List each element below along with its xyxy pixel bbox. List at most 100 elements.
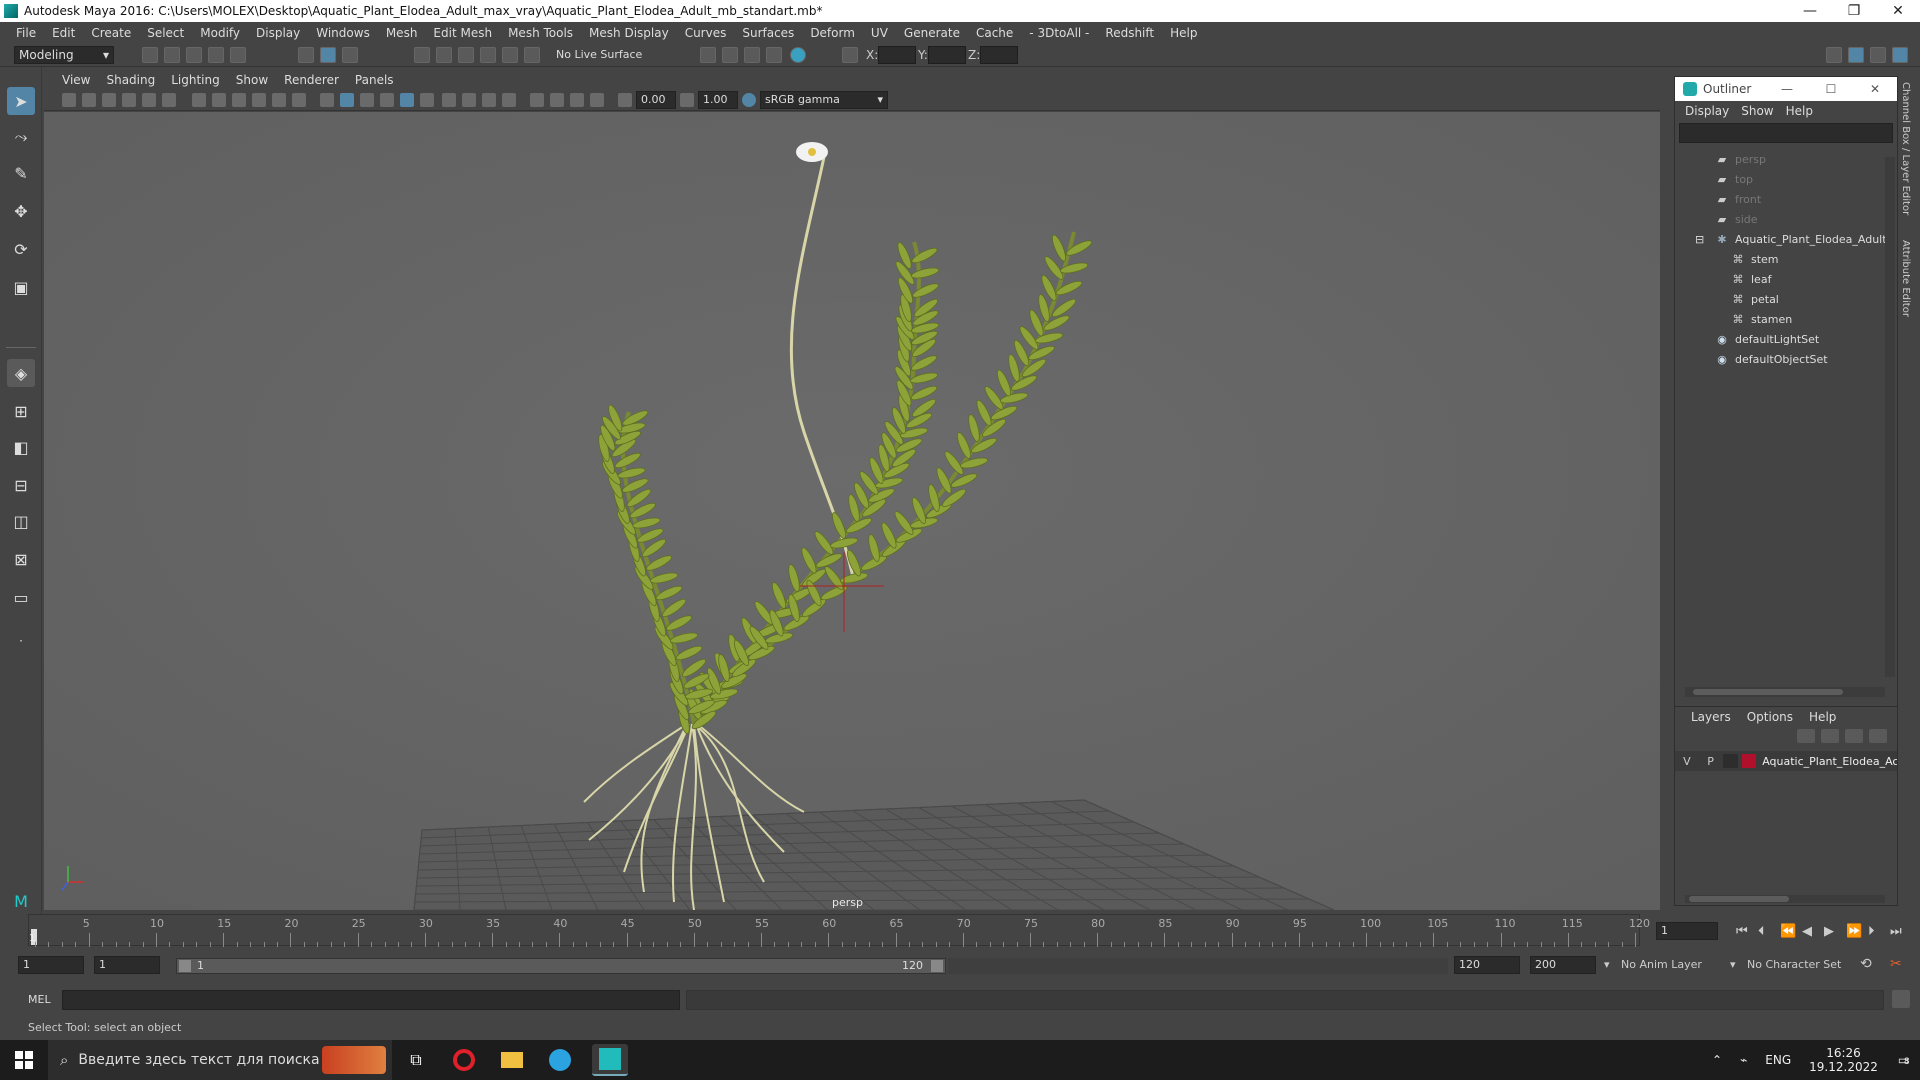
camera-attributes-icon[interactable] xyxy=(82,93,96,107)
new-empty-layer-icon[interactable] xyxy=(1845,729,1863,743)
animation-end-field[interactable]: 200 xyxy=(1530,956,1596,974)
menu-display[interactable]: Display xyxy=(248,26,308,40)
notifications-icon[interactable]: ▭ 8 xyxy=(1898,1053,1910,1067)
grid-toggle-icon[interactable] xyxy=(192,93,206,107)
panel-menu-show[interactable]: Show xyxy=(228,73,276,87)
wireframe-icon[interactable] xyxy=(320,93,334,107)
new-scene-icon[interactable] xyxy=(142,47,158,63)
render-settings-icon[interactable] xyxy=(700,47,716,63)
layer-menu-layers[interactable]: Layers xyxy=(1683,710,1739,724)
outliner-minimize-button[interactable]: — xyxy=(1765,82,1809,96)
select-object-icon[interactable] xyxy=(320,47,336,63)
use-all-lights-icon[interactable] xyxy=(400,93,414,107)
grease-pencil-icon[interactable] xyxy=(162,93,176,107)
menu-windows[interactable]: Windows xyxy=(308,26,378,40)
outliner-close-button[interactable]: ✕ xyxy=(1853,82,1897,96)
menu-redshift[interactable]: Redshift xyxy=(1097,26,1162,40)
menu-3dtoall[interactable]: - 3DtoAll - xyxy=(1021,26,1097,40)
layer-horizontal-scrollbar[interactable] xyxy=(1685,895,1885,903)
z-field[interactable] xyxy=(980,46,1018,64)
layer-menu-help[interactable]: Help xyxy=(1801,710,1844,724)
time-ruler[interactable]: 1 5 10 15 20 25 30 35 40 45 50 55 60 65 70 75 80 85 90 95 1… xyxy=(28,914,1650,947)
tool-settings-icon[interactable] xyxy=(1870,47,1886,63)
menu-edit-mesh[interactable]: Edit Mesh xyxy=(425,26,500,40)
play-backwards-icon[interactable]: ◀ xyxy=(1802,924,1812,939)
menu-generate[interactable]: Generate xyxy=(896,26,968,40)
step-back-key-icon[interactable]: ⏪ xyxy=(1780,924,1796,939)
persp-graph-layout-icon[interactable]: ⊟ xyxy=(7,471,35,499)
outliner-search-field[interactable] xyxy=(1679,123,1893,143)
snap-view-icon[interactable] xyxy=(480,47,496,63)
outliner-item[interactable]: ▰ front xyxy=(1715,189,1761,209)
view-transform-dropdown[interactable]: sRGB gamma ▾ xyxy=(760,91,888,109)
screen-space-ao-icon[interactable] xyxy=(442,93,456,107)
layer-visibility-toggle[interactable]: V xyxy=(1675,755,1699,768)
go-to-end-icon[interactable]: ⏭ xyxy=(1890,924,1902,939)
textured-icon[interactable] xyxy=(380,93,394,107)
redo-icon[interactable] xyxy=(230,47,246,63)
toolbox-more-icon[interactable]: · xyxy=(7,627,35,655)
menu-create[interactable]: Create xyxy=(83,26,139,40)
attribute-editor-toggle-icon[interactable] xyxy=(1848,47,1864,63)
script-language-label[interactable]: MEL xyxy=(28,993,51,1006)
modeling-toolkit-icon[interactable] xyxy=(1826,47,1842,63)
single-perspective-layout-icon[interactable]: ◈ xyxy=(7,359,35,387)
field-chart-icon[interactable] xyxy=(272,93,286,107)
select-hierarchy-icon[interactable] xyxy=(298,47,314,63)
menu-help[interactable]: Help xyxy=(1162,26,1205,40)
layer-name[interactable]: Aquatic_Plant_Elodea_Ac xyxy=(1762,755,1897,768)
current-frame-field[interactable]: 1 xyxy=(1656,922,1718,940)
snap-curve-icon[interactable] xyxy=(436,47,452,63)
opera-browser-icon[interactable] xyxy=(446,1044,482,1076)
hypershade-icon[interactable] xyxy=(790,47,806,63)
exposure-icon[interactable] xyxy=(618,93,632,107)
paint-select-tool-icon[interactable]: ✎ xyxy=(7,159,35,187)
smooth-shade-icon[interactable] xyxy=(340,93,354,107)
outliner-item[interactable]: ▰ top xyxy=(1715,169,1753,189)
outliner-item[interactable]: ▰ side xyxy=(1715,209,1758,229)
outliner-persp-layout-icon[interactable]: ◫ xyxy=(7,507,35,535)
render-frame-icon[interactable] xyxy=(722,47,738,63)
attribute-editor-tab[interactable]: Attribute Editor xyxy=(1900,240,1911,317)
menu-file[interactable]: File xyxy=(8,26,44,40)
time-slider[interactable]: 1 5 10 15 20 25 30 35 40 45 50 55 60 65 70 75 80 85 90 95 1… xyxy=(24,914,1650,948)
select-component-icon[interactable] xyxy=(342,47,358,63)
outliner-item[interactable]: ⊟ ✱ Aquatic_Plant_Elodea_Adult xyxy=(1695,229,1887,249)
script-editor-icon[interactable] xyxy=(1892,990,1910,1008)
close-button[interactable]: ✕ xyxy=(1876,0,1920,22)
open-scene-icon[interactable] xyxy=(164,47,180,63)
perspective-viewport[interactable]: persp xyxy=(44,112,1660,910)
save-scene-icon[interactable] xyxy=(186,47,202,63)
menu-mesh-display[interactable]: Mesh Display xyxy=(581,26,677,40)
move-layer-up-icon[interactable] xyxy=(1797,729,1815,743)
motion-blur-icon[interactable] xyxy=(462,93,476,107)
wireframe-on-shaded-icon[interactable] xyxy=(360,93,374,107)
2d-pan-zoom-icon[interactable] xyxy=(142,93,156,107)
network-icon[interactable]: ⌁ xyxy=(1740,1053,1747,1067)
taskbar-search-box[interactable]: ⌕ Введите здесь текст для поиска xyxy=(48,1040,392,1080)
task-view-icon[interactable]: ⧉ xyxy=(398,1044,434,1076)
outliner-menu-help[interactable]: Help xyxy=(1784,104,1823,118)
isolate-select-icon[interactable] xyxy=(530,93,544,107)
new-layer-from-selected-icon[interactable] xyxy=(1869,729,1887,743)
scale-tool-icon[interactable]: ▣ xyxy=(7,273,35,301)
layer-menu-options[interactable]: Options xyxy=(1739,710,1801,724)
menu-deform[interactable]: Deform xyxy=(802,26,863,40)
minimize-button[interactable]: — xyxy=(1788,0,1832,22)
persp-outliner-layout-icon[interactable]: ◧ xyxy=(7,433,35,461)
menu-uv[interactable]: UV xyxy=(863,26,896,40)
x-field[interactable] xyxy=(878,46,916,64)
move-layer-down-icon[interactable] xyxy=(1821,729,1839,743)
collapse-toggle-icon[interactable]: ⊟ xyxy=(1695,233,1704,246)
menu-curves[interactable]: Curves xyxy=(677,26,735,40)
panel-menu-lighting[interactable]: Lighting xyxy=(163,73,228,87)
mode-dropdown[interactable]: Modeling ▾ xyxy=(14,46,114,64)
lasso-tool-icon[interactable]: ⤳ xyxy=(7,123,35,151)
exposure-field[interactable]: 0.00 xyxy=(636,91,676,109)
scrollbar-thumb[interactable] xyxy=(1689,896,1789,902)
channel-box-toggle-icon[interactable] xyxy=(1892,47,1908,63)
menu-modify[interactable]: Modify xyxy=(192,26,248,40)
outliner-maximize-button[interactable]: ☐ xyxy=(1809,82,1853,96)
language-indicator[interactable]: ENG xyxy=(1765,1053,1791,1067)
select-tool-icon[interactable]: ➤ xyxy=(7,87,35,115)
